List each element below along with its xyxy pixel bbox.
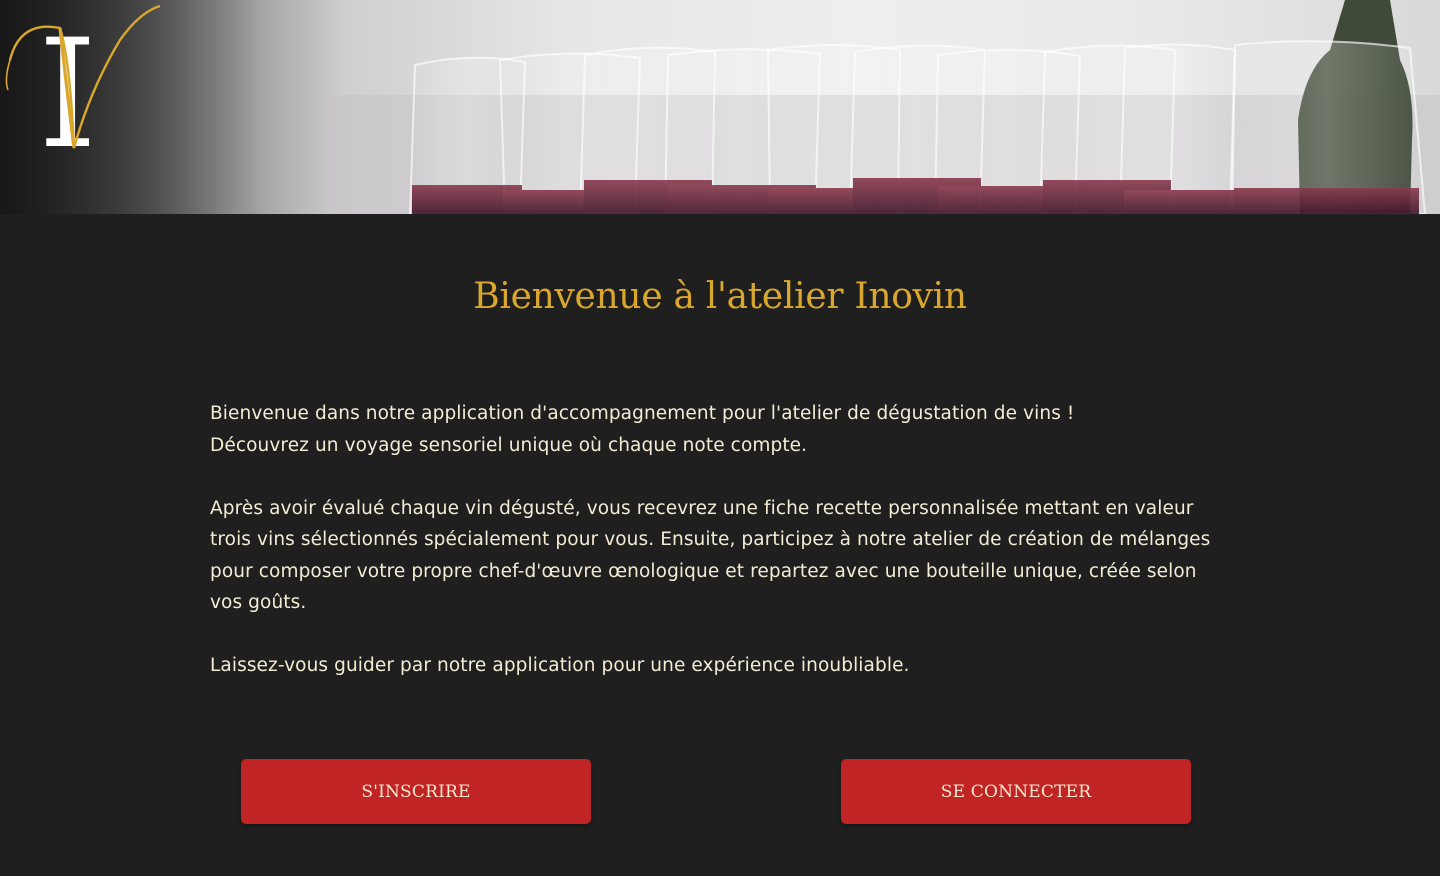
page-title: Bienvenue à l'atelier Inovin — [473, 276, 967, 317]
intro-line-1: Bienvenue dans notre application d'accom… — [210, 403, 1075, 424]
intro-text: Bienvenue dans notre application d'accom… — [210, 398, 1230, 682]
login-button[interactable]: SE CONNECTER — [841, 759, 1191, 824]
intro-paragraph-3: Laissez-vous guider par notre applicatio… — [210, 655, 910, 676]
intro-line-2: Découvrez un voyage sensoriel unique où … — [210, 434, 808, 456]
signup-button[interactable]: S'INSCRIRE — [241, 759, 591, 824]
wine-glasses-image — [0, 0, 1440, 214]
inovin-logo[interactable]: I — [0, 0, 165, 160]
hero-banner: I — [0, 0, 1440, 214]
intro-paragraph-2: Après avoir évalué chaque vin dégusté, v… — [210, 497, 1211, 614]
